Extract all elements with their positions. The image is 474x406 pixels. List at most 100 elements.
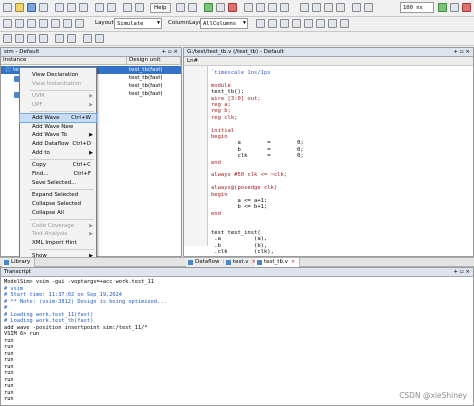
expand-icon[interactable] bbox=[75, 19, 84, 28]
break-icon[interactable] bbox=[228, 3, 237, 12]
column-layout-select[interactable]: AllColumns ▼ bbox=[200, 18, 248, 29]
menu-item-xml-import-hint[interactable]: XML Import Hint bbox=[20, 239, 96, 248]
menu-separator bbox=[30, 89, 94, 91]
menu-item-view-instantiation[interactable]: View Instantiation bbox=[20, 80, 96, 89]
tree-row[interactable]: test_tb(fast) bbox=[127, 82, 181, 90]
menu-item-save-selected[interactable]: Save Selected... bbox=[20, 179, 96, 188]
run-length-icon[interactable] bbox=[438, 3, 447, 12]
list-icon[interactable] bbox=[51, 19, 60, 28]
menu-item-test-analysis[interactable]: Test Analysis ▶ bbox=[20, 230, 96, 239]
pane-controls-icon[interactable]: + ▫ × bbox=[454, 48, 470, 56]
outdent-icon[interactable] bbox=[15, 34, 24, 43]
layout-select[interactable]: Simulate ▼ bbox=[114, 18, 162, 29]
search-icon[interactable] bbox=[83, 34, 92, 43]
menu-item-add-wave[interactable]: Add Wave Ctrl+W bbox=[19, 112, 97, 124]
bookmark-prev-icon[interactable] bbox=[67, 34, 76, 43]
replace-icon[interactable] bbox=[95, 34, 104, 43]
menu-item-add-wave-to[interactable]: Add Wave To ▶ bbox=[20, 131, 96, 140]
indent-icon[interactable] bbox=[3, 34, 12, 43]
breakpoint-icon[interactable] bbox=[3, 19, 12, 28]
chevron-down-icon: ▼ bbox=[242, 20, 246, 26]
code-line: clk = 0; bbox=[211, 153, 304, 160]
new-file-icon[interactable] bbox=[3, 3, 12, 12]
wave-icon[interactable] bbox=[312, 3, 321, 12]
zoom-fit-icon[interactable] bbox=[280, 3, 289, 12]
main-toolbar: Help 100 ns bbox=[0, 0, 474, 17]
stop-icon[interactable] bbox=[462, 3, 471, 12]
stop-sim-icon[interactable] bbox=[364, 3, 373, 12]
tab-library[interactable]: Library bbox=[2, 258, 36, 267]
tab-label: test_tb.v bbox=[264, 259, 288, 265]
step-over-icon[interactable] bbox=[188, 3, 197, 12]
grid-icon[interactable] bbox=[268, 19, 277, 28]
menu-item-code-coverage[interactable]: Code Coverage ▶ bbox=[20, 222, 96, 231]
menu-item-collapse-all[interactable]: Collapse All bbox=[20, 209, 96, 218]
menu-separator bbox=[30, 111, 94, 113]
run-length-input[interactable]: 100 ns bbox=[400, 2, 434, 13]
pane-controls-icon[interactable]: + ▫ × bbox=[162, 48, 178, 56]
menu-item-view-declaration[interactable]: View Declaration bbox=[20, 71, 96, 80]
menu-item-find[interactable]: Find... Ctrl+F bbox=[20, 170, 96, 179]
restart-icon[interactable] bbox=[244, 3, 253, 12]
step-icon[interactable] bbox=[176, 3, 185, 12]
menu-item-expand-selected[interactable]: Expand Selected bbox=[20, 191, 96, 200]
toggle-icon[interactable] bbox=[316, 19, 325, 28]
wave-add-icon[interactable] bbox=[304, 19, 313, 28]
continue-icon[interactable] bbox=[216, 3, 225, 12]
menu-item-upf[interactable]: UPF ▶ bbox=[20, 101, 96, 110]
submenu-arrow-icon: ▶ bbox=[89, 132, 93, 139]
redo-icon[interactable] bbox=[107, 3, 116, 12]
code-line: `timescale 1ns/1ps bbox=[211, 70, 271, 76]
zoom-out-icon[interactable] bbox=[268, 3, 277, 12]
save-icon[interactable] bbox=[27, 3, 36, 12]
submenu-arrow-icon: ▶ bbox=[89, 102, 93, 109]
pane-controls-icon[interactable]: + ▫ × bbox=[454, 268, 470, 276]
menu-shortcut: Ctrl+D bbox=[72, 140, 91, 147]
restart-sim-icon[interactable] bbox=[352, 3, 361, 12]
tree-row[interactable]: test_tb(fast) bbox=[127, 90, 181, 98]
cursor-icon[interactable] bbox=[300, 3, 309, 12]
menu-item-add-wave-new[interactable]: Add Wave New bbox=[20, 123, 96, 132]
undo-icon[interactable] bbox=[95, 3, 104, 12]
cursor-add-icon[interactable] bbox=[328, 19, 337, 28]
filter-icon[interactable] bbox=[63, 19, 72, 28]
help-button[interactable]: Help bbox=[150, 3, 171, 13]
open-folder-icon[interactable] bbox=[15, 3, 24, 12]
zoom-in-icon[interactable] bbox=[256, 3, 265, 12]
run-all-icon[interactable] bbox=[450, 3, 459, 12]
dataflow-icon[interactable] bbox=[324, 3, 333, 12]
step-out-icon[interactable] bbox=[27, 19, 36, 28]
columns-icon[interactable] bbox=[256, 19, 265, 28]
menu-item-label: Add to bbox=[32, 149, 50, 156]
column-header-design-unit[interactable]: Design unit bbox=[127, 57, 181, 65]
paste-icon[interactable] bbox=[79, 3, 88, 12]
run-icon[interactable] bbox=[204, 3, 213, 12]
cut-icon[interactable] bbox=[55, 3, 64, 12]
code-line: end bbox=[211, 159, 221, 166]
print-icon[interactable] bbox=[39, 3, 48, 12]
cursor-remove-icon[interactable] bbox=[340, 19, 349, 28]
signal-icon[interactable] bbox=[292, 19, 301, 28]
bookmark-next-icon[interactable] bbox=[55, 34, 64, 43]
find-icon[interactable] bbox=[123, 3, 132, 12]
close-icon[interactable]: × bbox=[291, 259, 295, 265]
menu-item-uvm[interactable]: UVM ▶ bbox=[20, 92, 96, 101]
column-header-instance[interactable]: Instance bbox=[1, 57, 127, 65]
menu-item-collapse-selected[interactable]: Collapse Selected bbox=[20, 200, 96, 209]
step-into-icon[interactable] bbox=[15, 19, 24, 28]
sort-icon[interactable] bbox=[280, 19, 289, 28]
menu-item-label: Collapse Selected bbox=[32, 201, 81, 208]
menu-item-label: Collapse All bbox=[32, 209, 64, 216]
tab-test-tb-v[interactable]: test_tb.v × bbox=[255, 258, 301, 267]
bookmark-icon[interactable] bbox=[39, 19, 48, 28]
compile-icon[interactable] bbox=[135, 3, 144, 12]
memory-icon[interactable] bbox=[336, 3, 345, 12]
copy-icon[interactable] bbox=[67, 3, 76, 12]
menu-item-add-dataflow[interactable]: Add Dataflow Ctrl+D bbox=[20, 140, 96, 149]
comment-icon[interactable] bbox=[27, 34, 36, 43]
submenu-arrow-icon: ▶ bbox=[89, 149, 93, 156]
tree-row[interactable]: test_tb(fast) bbox=[127, 74, 181, 82]
menu-item-add-to[interactable]: Add to ▶ bbox=[20, 149, 96, 158]
menu-item-copy[interactable]: Copy Ctrl+C bbox=[20, 161, 96, 170]
uncomment-icon[interactable] bbox=[39, 34, 48, 43]
